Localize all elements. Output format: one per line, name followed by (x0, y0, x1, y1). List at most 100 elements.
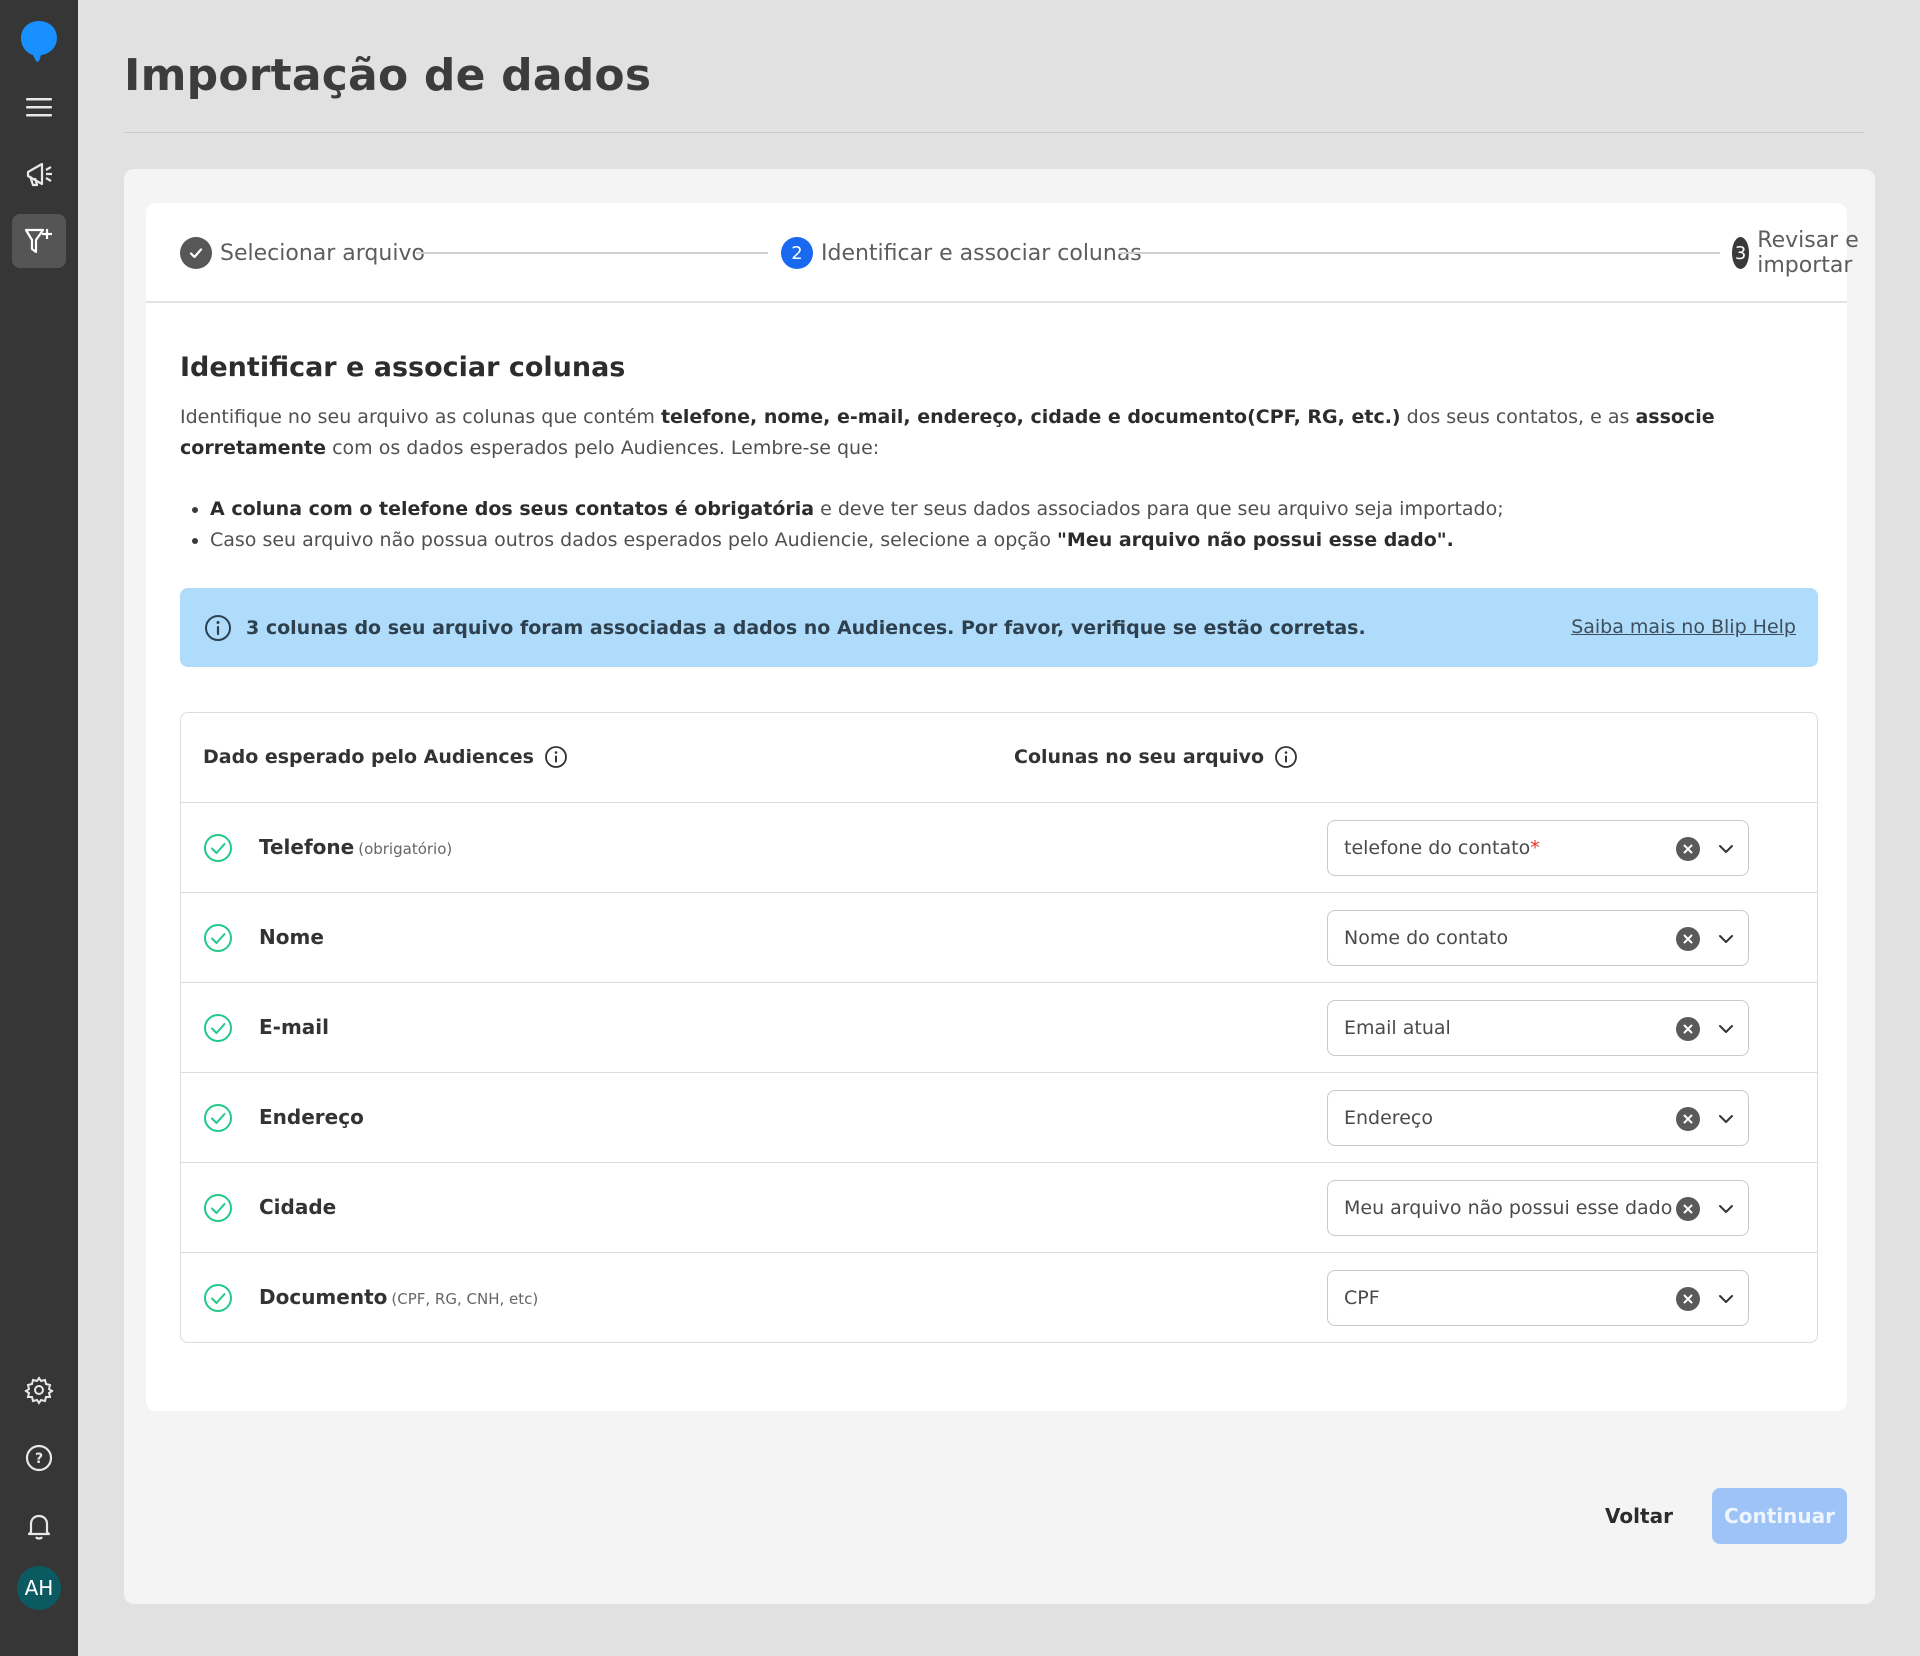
section-description: Identifique no seu arquivo as colunas qu… (180, 402, 1820, 464)
clear-icon[interactable] (1676, 1197, 1700, 1221)
blip-logo-icon[interactable] (12, 14, 66, 68)
step-label: Identificar e associar colunas (821, 240, 1142, 266)
bell-icon[interactable] (12, 1499, 66, 1553)
step-label: Selecionar arquivo (220, 240, 425, 266)
check-circle-icon (204, 924, 232, 952)
row-label: E-mail (259, 1015, 329, 1039)
row-label: Nome (259, 925, 324, 949)
row-label: Documento (CPF, RG, CNH, etc) (259, 1285, 538, 1309)
select-value: CPF (1344, 1287, 1380, 1309)
check-circle-icon (204, 1104, 232, 1132)
step-connector (416, 252, 768, 254)
desc-bold: telefone, nome, e-mail, endereço, cidade… (660, 406, 1401, 428)
rules-list: A coluna com o telefone dos seus contato… (180, 494, 1820, 556)
column-select[interactable]: Nome do contato (1327, 910, 1749, 966)
required-marker: * (1530, 837, 1540, 859)
table-row: Cidade Meu arquivo não possui esse dado (181, 1163, 1817, 1253)
column-select[interactable]: Meu arquivo não possui esse dado (1327, 1180, 1749, 1236)
column-select[interactable]: telefone do contato* (1327, 820, 1749, 876)
section-title: Identificar e associar colunas (180, 352, 626, 383)
row-label: Endereço (259, 1105, 364, 1129)
banner-message: 3 colunas do seu arquivo foram associada… (246, 616, 1366, 639)
select-value: telefone do contato* (1344, 837, 1540, 859)
stepper: Selecionar arquivo 2 Identificar e assoc… (146, 203, 1859, 303)
clear-icon[interactable] (1676, 1107, 1700, 1131)
table-header: Dado esperado pelo Audiences Colunas no … (181, 713, 1817, 803)
menu-icon[interactable] (12, 80, 66, 134)
field-name: Documento (259, 1285, 388, 1309)
help-icon[interactable]: ? (12, 1431, 66, 1485)
check-circle-icon (204, 1014, 232, 1042)
step-number-badge: 2 (781, 237, 813, 269)
sidebar: ? AH (0, 0, 78, 1656)
desc-text: Identifique no seu arquivo as colunas qu… (180, 406, 661, 428)
megaphone-icon[interactable] (12, 147, 66, 201)
rule-item: A coluna com o telefone dos seus contato… (180, 494, 1820, 525)
rule-item: Caso seu arquivo não possua outros dados… (180, 525, 1820, 556)
column-select[interactable]: Email atual (1327, 1000, 1749, 1056)
clear-icon[interactable] (1676, 837, 1700, 861)
header-expected-data: Dado esperado pelo Audiences (203, 745, 568, 769)
clear-icon[interactable] (1676, 1287, 1700, 1311)
check-circle-icon (204, 1194, 232, 1222)
step-revisar-importar[interactable]: 3 Revisar e importar (1732, 203, 1867, 303)
field-hint: (CPF, RG, CNH, etc) (391, 1290, 539, 1308)
chevron-down-icon[interactable] (1716, 1289, 1736, 1309)
check-icon (180, 237, 212, 269)
info-icon (205, 614, 231, 641)
rule-bold: A coluna com o telefone dos seus contato… (210, 498, 815, 520)
chevron-down-icon[interactable] (1716, 1019, 1736, 1039)
check-circle-icon (204, 834, 232, 862)
chevron-down-icon[interactable] (1716, 1109, 1736, 1129)
field-name: E-mail (259, 1015, 330, 1039)
field-name: Endereço (259, 1105, 364, 1129)
table-row: E-mail Email atual (181, 983, 1817, 1073)
chevron-down-icon[interactable] (1716, 929, 1736, 949)
step-selecionar-arquivo[interactable]: Selecionar arquivo (180, 203, 425, 303)
field-name: Telefone (259, 835, 355, 859)
select-value: Endereço (1344, 1107, 1433, 1129)
chevron-down-icon[interactable] (1716, 1199, 1736, 1219)
table-row: Nome Nome do contato (181, 893, 1817, 983)
check-circle-icon (204, 1284, 232, 1312)
blip-help-link[interactable]: Saiba mais no Blip Help (1571, 616, 1796, 638)
select-value-text: telefone do contato (1344, 837, 1531, 859)
step-label: Revisar e importar (1757, 228, 1859, 278)
filter-plus-icon[interactable] (12, 214, 66, 268)
continue-button[interactable]: Continuar (1712, 1488, 1847, 1544)
select-value: Nome do contato (1344, 927, 1509, 949)
table-row: Telefone (obrigatório) telefone do contat… (181, 803, 1817, 893)
rule-text: Caso seu arquivo não possua outros dados… (210, 529, 1058, 551)
info-banner: 3 colunas do seu arquivo foram associada… (180, 588, 1818, 667)
header-label: Colunas no seu arquivo (1014, 746, 1265, 768)
column-select[interactable]: Endereço (1327, 1090, 1749, 1146)
rule-bold: "Meu arquivo não possui esse dado". (1057, 529, 1454, 551)
select-value: Meu arquivo não possui esse dado (1344, 1197, 1673, 1219)
header-divider (124, 132, 1864, 133)
row-label: Cidade (259, 1195, 336, 1219)
clear-icon[interactable] (1676, 1017, 1700, 1041)
info-icon[interactable] (544, 745, 568, 769)
select-value: Email atual (1344, 1017, 1451, 1039)
avatar-initials: AH (24, 1576, 54, 1600)
table-row: Endereço Endereço (181, 1073, 1817, 1163)
row-label: Telefone (obrigatório) (259, 835, 452, 859)
field-name: Nome (259, 925, 324, 949)
column-mapping-table: Dado esperado pelo Audiences Colunas no … (180, 712, 1818, 1343)
table-row: Documento (CPF, RG, CNH, etc) CPF (181, 1253, 1817, 1342)
header-file-columns: Colunas no seu arquivo (1014, 745, 1298, 769)
rule-text: e deve ter seus dados associados para qu… (814, 498, 1504, 520)
step-connector (1120, 252, 1720, 254)
page-title: Importação de dados (124, 50, 652, 101)
back-button[interactable]: Voltar (1580, 1488, 1698, 1544)
clear-icon[interactable] (1676, 927, 1700, 951)
user-avatar[interactable]: AH (17, 1566, 61, 1610)
info-icon[interactable] (1274, 745, 1298, 769)
field-hint: (obrigatório) (358, 840, 453, 858)
step-identificar-colunas[interactable]: 2 Identificar e associar colunas (781, 203, 1142, 303)
svg-text:?: ? (35, 1451, 43, 1467)
desc-text: com os dados esperados pelo Audiences. L… (326, 437, 880, 459)
gear-icon[interactable] (12, 1363, 66, 1417)
chevron-down-icon[interactable] (1716, 839, 1736, 859)
column-select[interactable]: CPF (1327, 1270, 1749, 1326)
